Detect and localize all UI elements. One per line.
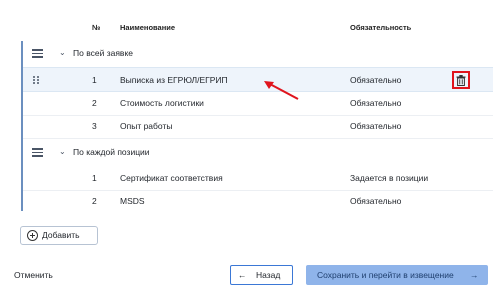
row-number: 1 xyxy=(92,75,97,85)
group-title: По каждой позиции xyxy=(73,147,150,157)
row-required: Обязательно xyxy=(350,75,402,85)
row-name: Стоимость логистики xyxy=(120,98,204,108)
row-number: 2 xyxy=(92,98,97,108)
row-name: Сертификат соответствия xyxy=(120,173,223,183)
annotation-arrow-icon xyxy=(264,81,299,100)
list-icon[interactable] xyxy=(32,148,43,157)
table-row[interactable]: 2 Стоимость логистики Обязательно xyxy=(23,91,493,116)
plus-circle-icon xyxy=(27,230,38,241)
arrow-left-icon: ← xyxy=(238,270,247,280)
table-row[interactable]: 2 MSDS Обязательно xyxy=(23,189,493,214)
add-button[interactable]: Добавить xyxy=(20,226,98,245)
row-required: Обязательно xyxy=(350,121,402,131)
row-number: 3 xyxy=(92,121,97,131)
table-header: № Наименование Обязательность xyxy=(0,20,500,36)
row-required: Задается в позиции xyxy=(350,173,429,183)
table-row[interactable]: 3 Опыт работы Обязательно xyxy=(23,114,493,139)
arrow-right-icon: → xyxy=(470,270,479,280)
save-and-continue-button[interactable]: Сохранить и перейти в извещение → xyxy=(306,265,488,285)
table-row[interactable]: 1 Сертификат соответствия Задается в поз… xyxy=(23,166,493,191)
save-button-label: Сохранить и перейти в извещение xyxy=(317,270,454,280)
group-row-whole-application[interactable]: ⌄ По всей заявке xyxy=(23,41,493,66)
row-name: Выписка из ЕГРЮЛ/ЕГРИП xyxy=(120,75,228,85)
row-required: Обязательно xyxy=(350,98,402,108)
group-row-each-position[interactable]: ⌄ По каждой позиции xyxy=(23,140,493,165)
row-number: 2 xyxy=(92,196,97,206)
row-required: Обязательно xyxy=(350,196,402,206)
list-icon[interactable] xyxy=(32,49,43,58)
group-title: По всей заявке xyxy=(73,48,133,58)
row-number: 1 xyxy=(92,173,97,183)
back-button-label: Назад xyxy=(256,270,281,280)
chevron-down-icon[interactable]: ⌄ xyxy=(59,146,66,158)
column-header-required: Обязательность xyxy=(350,23,412,32)
row-name: MSDS xyxy=(120,196,145,206)
row-name: Опыт работы xyxy=(120,121,173,131)
trash-icon xyxy=(456,75,466,86)
column-header-name: Наименование xyxy=(120,23,176,32)
delete-button[interactable] xyxy=(452,71,470,89)
back-button[interactable]: ← Назад xyxy=(230,265,293,285)
add-button-label: Добавить xyxy=(42,230,80,240)
cancel-link[interactable]: Отменить xyxy=(14,270,53,280)
drag-handle-icon[interactable] xyxy=(33,76,42,84)
column-header-num: № xyxy=(92,23,101,32)
table-row[interactable]: 1 Выписка из ЕГРЮЛ/ЕГРИП Обязательно xyxy=(23,67,493,92)
chevron-down-icon[interactable]: ⌄ xyxy=(59,47,66,59)
